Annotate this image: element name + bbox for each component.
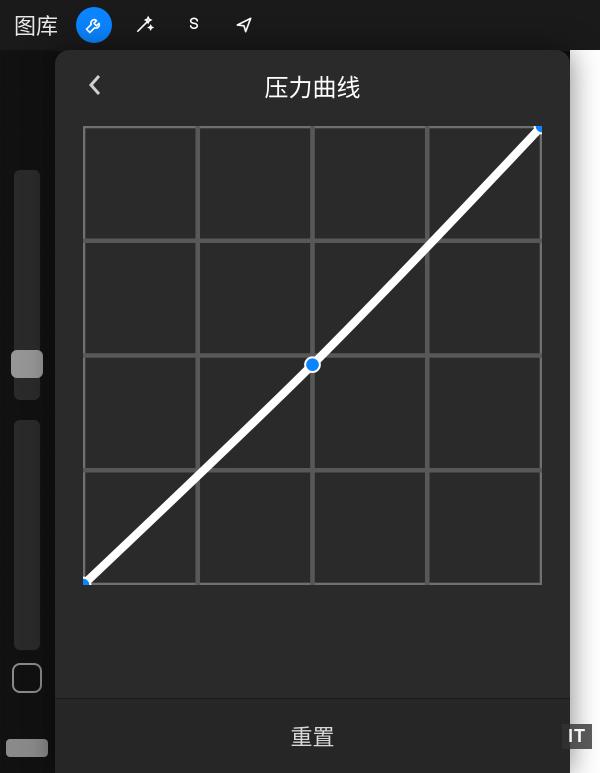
- pressure-curve-editor[interactable]: [83, 126, 542, 684]
- gallery-button[interactable]: 图库: [14, 9, 58, 41]
- reset-button[interactable]: 重置: [55, 698, 570, 773]
- transform-tool-button[interactable]: [226, 7, 262, 43]
- left-sidebar: [0, 50, 55, 773]
- back-button[interactable]: [75, 65, 115, 105]
- opacity-slider[interactable]: [14, 420, 40, 650]
- s-icon: [184, 15, 204, 35]
- wand-icon: [134, 15, 154, 35]
- wrench-icon: [84, 15, 104, 35]
- panel-header: 压力曲线: [55, 50, 570, 120]
- magic-tool-button[interactable]: [126, 7, 162, 43]
- brush-size-slider[interactable]: [14, 170, 40, 400]
- watermark: IT: [562, 724, 592, 749]
- canvas-right-edge: [570, 50, 600, 773]
- arrow-icon: [234, 15, 254, 35]
- pressure-curve-panel: 压力曲线 重置: [55, 50, 570, 773]
- selection-tool-button[interactable]: [176, 7, 212, 43]
- panel-title: 压力曲线: [55, 68, 570, 103]
- chevron-left-icon: [88, 74, 102, 96]
- undo-redo-handle[interactable]: [6, 739, 48, 757]
- top-toolbar: 图库: [0, 0, 600, 50]
- adjust-tool-button[interactable]: [76, 7, 112, 43]
- modify-toggle[interactable]: [12, 663, 42, 693]
- curve-path-layer[interactable]: [83, 126, 542, 585]
- brush-size-thumb[interactable]: [11, 350, 43, 378]
